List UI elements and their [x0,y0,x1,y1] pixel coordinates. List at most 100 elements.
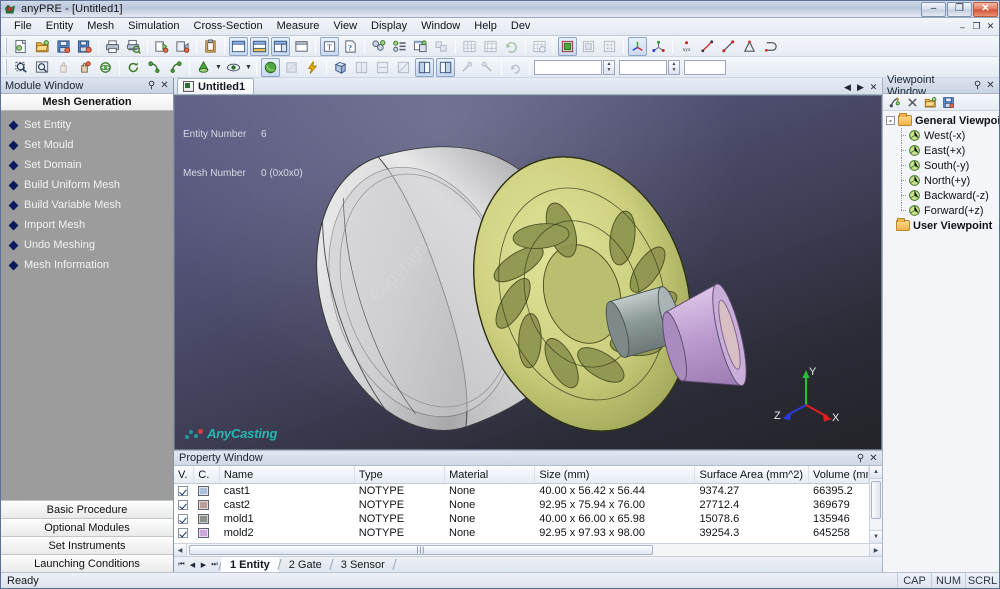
clipboard-icon[interactable] [201,37,220,56]
visibility-checkbox[interactable] [178,486,188,496]
save-icon[interactable] [54,37,73,56]
section-z-icon[interactable] [394,58,413,77]
rotate-free-icon[interactable] [75,58,94,77]
zoom-window-icon[interactable] [12,58,31,77]
row-visible-cell[interactable] [174,484,194,498]
section-x-icon[interactable] [352,58,371,77]
help-icon[interactable]: ? [341,37,360,56]
light-dropdown-arrow[interactable]: ▼ [214,58,223,77]
tab-untitled1[interactable]: Untitled1 [177,78,255,94]
scroll-right-button[interactable]: ▶ [869,544,882,556]
import-icon[interactable] [152,37,171,56]
menu-mesh[interactable]: Mesh [80,18,121,35]
sheet-prev-button[interactable]: ◀ [187,558,198,571]
menu-measure[interactable]: Measure [270,18,327,35]
menu-file[interactable]: File [7,18,39,35]
column-header-material[interactable]: Material [445,466,536,483]
menu-simulation[interactable]: Simulation [121,18,186,35]
menu-display[interactable]: Display [364,18,414,35]
open-viewpoint-icon[interactable] [922,95,938,110]
close-icon[interactable]: ✕ [984,79,997,92]
render-flash-icon[interactable] [303,58,322,77]
render-transparent-icon[interactable] [282,58,301,77]
scroll-down-button[interactable]: ▼ [870,530,882,543]
scroll-left-button[interactable]: ◀ [174,544,187,556]
tree-node-west[interactable]: West(-x) [886,128,999,143]
export-icon[interactable] [173,37,192,56]
axis-triad-icon[interactable] [628,36,647,56]
entity-set-icon[interactable] [369,37,388,56]
grid-undo-icon[interactable] [502,37,521,56]
restore-button[interactable]: ❐ [947,2,972,17]
close-icon[interactable]: ✕ [158,79,171,92]
column-header-type[interactable]: Type [355,466,446,483]
column-header-volume[interactable]: Volume (mm^3) [809,466,869,483]
color-swatch[interactable] [198,514,210,524]
column-header-size[interactable]: Size (mm) [535,466,696,483]
coord-field-1[interactable] [534,59,602,75]
axis-nodes-icon[interactable] [649,37,668,56]
tree-node-backward[interactable]: Backward(-z) [886,188,999,203]
module-item-set-domain[interactable]: Set Domain [1,155,173,175]
pan-icon[interactable] [54,58,73,77]
sheet-next-button[interactable]: ▶ [198,558,209,571]
row-color-cell[interactable] [194,512,220,526]
menu-view[interactable]: View [326,18,364,35]
rotate-ccw-icon[interactable] [124,58,143,77]
toolbar-grip[interactable] [5,38,9,54]
coord-field-3[interactable] [684,59,726,75]
render-shaded-icon[interactable] [261,57,280,77]
light-icon[interactable] [194,58,213,77]
minimize-button[interactable]: – [921,2,946,17]
tab-entity[interactable]: 1 Entity [221,557,279,572]
tab-sensor[interactable]: 3 Sensor [332,557,394,572]
shade-point-icon[interactable] [600,37,619,56]
footer-button-launching-conditions[interactable]: Launching Conditions [1,554,173,572]
pin-icon[interactable]: ⚲ [971,79,984,92]
menu-window[interactable]: Window [414,18,467,35]
grid-variable-icon[interactable] [481,37,500,56]
module-item-set-mould[interactable]: Set Mould [1,135,173,155]
orbit-icon[interactable] [96,58,115,77]
save-as-icon[interactable] [75,37,94,56]
tree-node-south[interactable]: South(-y) [886,158,999,173]
scroll-up-button[interactable]: ▲ [870,466,882,479]
mdi-minimize-button[interactable]: – [956,22,969,32]
measure-line-icon[interactable] [719,37,738,56]
row-color-cell[interactable] [194,526,220,540]
column-header-name[interactable]: Name [220,466,355,483]
clip-front-icon[interactable] [415,57,434,77]
property-table-horizontal-scrollbar[interactable]: ◀ ||| ▶ [174,543,882,556]
layout-split-v-icon[interactable] [271,36,290,56]
menu-cross-section[interactable]: Cross-Section [187,18,270,35]
coord-field-2-spinner[interactable]: ▲ ▼ [668,59,680,75]
table-row[interactable]: cast2 NOTYPE None 92.95 x 75.94 x 76.00 … [174,498,869,512]
color-swatch[interactable] [198,528,210,538]
vscroll-thumb[interactable] [871,481,881,519]
module-item-mesh-information[interactable]: Mesh Information [1,255,173,275]
hscroll-track[interactable]: ||| [187,544,869,556]
shade-wire-icon[interactable] [579,37,598,56]
entity-props-icon[interactable] [411,37,430,56]
row-color-cell[interactable] [194,498,220,512]
vscroll-track[interactable] [870,479,882,530]
eye-visibility-icon[interactable] [224,58,243,77]
mesh-info-icon[interactable] [530,37,549,56]
tree-node-north[interactable]: North(+y) [886,173,999,188]
table-row[interactable]: cast1 NOTYPE None 40.00 x 56.42 x 56.44 … [174,484,869,498]
visibility-checkbox[interactable] [178,528,188,538]
measure-distance-icon[interactable] [698,37,717,56]
hscroll-thumb[interactable]: ||| [189,545,653,555]
shade-solid-icon[interactable] [558,36,577,56]
table-row[interactable]: mold1 NOTYPE None 40.00 x 66.00 x 65.98 … [174,512,869,526]
tab-close-button[interactable]: ✕ [868,82,879,93]
rotate-right-icon[interactable] [166,58,185,77]
rotate-left-icon[interactable] [145,58,164,77]
unpin-view-icon[interactable] [478,58,497,77]
table-row[interactable]: mold2 NOTYPE None 92.95 x 97.93 x 98.00 … [174,526,869,540]
eye-dropdown-arrow[interactable]: ▼ [244,58,253,77]
toolbar-grip[interactable] [5,59,9,75]
delete-viewpoint-icon[interactable] [904,95,920,110]
print-preview-icon[interactable] [124,37,143,56]
visibility-checkbox[interactable] [178,500,188,510]
